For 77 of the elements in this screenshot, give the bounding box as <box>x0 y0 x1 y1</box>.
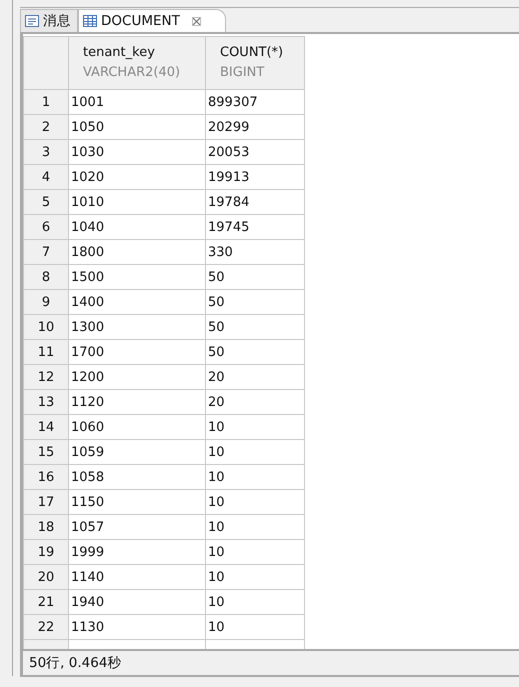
table-cell: 330 <box>206 240 304 264</box>
row-number: 13 <box>24 390 68 414</box>
table-cell: 1001 <box>68 90 206 114</box>
table-cell: 10 <box>206 614 304 640</box>
table-cell: 1059 <box>68 440 206 464</box>
table-cell: 1010 <box>68 190 206 214</box>
table-cell: 10 <box>206 564 304 590</box>
table-cell: 1040 <box>68 214 206 240</box>
table-cell: 1020 <box>68 164 206 190</box>
corner-cell <box>24 36 68 90</box>
table-cell: 1700 <box>68 340 206 364</box>
table-cell: 1030 <box>68 140 206 164</box>
row-number: 11 <box>24 340 68 364</box>
table-cell: 10 <box>206 514 304 540</box>
row-number: 6 <box>24 214 68 240</box>
row-number: 10 <box>24 314 68 340</box>
table-cell: 1150 <box>68 490 206 514</box>
row-number: 7 <box>24 240 68 264</box>
row-number: 15 <box>24 440 68 464</box>
table-cell: 1200 <box>68 364 206 390</box>
table-cell: 1057 <box>68 514 206 540</box>
column-header[interactable]: COUNT(*) BIGINT <box>206 36 304 90</box>
status-bar: 50行, 0.464秒 <box>20 649 519 677</box>
table-cell: 1999 <box>68 540 206 564</box>
row-number: 1 <box>24 90 68 114</box>
row-number: 21 <box>24 590 68 614</box>
table-icon <box>83 14 97 28</box>
table-cell: 1300 <box>68 314 206 340</box>
table-cell: 20299 <box>206 114 304 140</box>
tab-label: DOCUMENT <box>101 13 180 29</box>
row-number: 4 <box>24 164 68 190</box>
table-cell: 20 <box>206 364 304 390</box>
table-cell: 10 <box>206 540 304 564</box>
row-number: 5 <box>24 190 68 214</box>
row-number: 19 <box>24 540 68 564</box>
table-cell: 1130 <box>68 614 206 640</box>
table-cell: 10 <box>206 464 304 490</box>
table-cell: 10 <box>206 440 304 464</box>
row-number: 16 <box>24 464 68 490</box>
table-cell: 50 <box>206 290 304 314</box>
table-cell: 1060 <box>68 414 206 440</box>
table-cell: 1940 <box>68 590 206 614</box>
table-cell: 1050 <box>68 114 206 140</box>
editor-tab[interactable]: DOCUMENT <box>78 9 226 32</box>
table-cell: 19913 <box>206 164 304 190</box>
editor-tab[interactable]: 消息 <box>20 9 78 32</box>
table-cell: 1400 <box>68 290 206 314</box>
row-number: 22 <box>24 614 68 640</box>
table-cell: 20053 <box>206 140 304 164</box>
table-cell: 1058 <box>68 464 206 490</box>
table-cell: 1140 <box>68 564 206 590</box>
table-cell: 10 <box>206 490 304 514</box>
message-icon <box>25 14 39 28</box>
row-number: 2 <box>24 114 68 140</box>
table-cell: 899307 <box>206 90 304 114</box>
close-icon[interactable] <box>192 16 201 26</box>
row-number: 17 <box>24 490 68 514</box>
row-number: 8 <box>24 264 68 290</box>
row-number: 3 <box>24 140 68 164</box>
table-cell: 1800 <box>68 240 206 264</box>
table-cell: 50 <box>206 314 304 340</box>
table-cell: 1120 <box>68 390 206 414</box>
column-header[interactable]: tenant_key VARCHAR2(40) <box>68 36 206 90</box>
table-cell: 10 <box>206 590 304 614</box>
row-number: 20 <box>24 564 68 590</box>
table-cell: 50 <box>206 264 304 290</box>
row-number: 9 <box>24 290 68 314</box>
table-cell: 10 <box>206 414 304 440</box>
tab-label: 消息 <box>43 12 71 30</box>
table-cell: 20 <box>206 390 304 414</box>
table-cell: 19784 <box>206 190 304 214</box>
table-cell: 50 <box>206 340 304 364</box>
row-number: 18 <box>24 514 68 540</box>
table-cell: 1500 <box>68 264 206 290</box>
table-cell: 19745 <box>206 214 304 240</box>
row-number: 14 <box>24 414 68 440</box>
row-number: 12 <box>24 364 68 390</box>
